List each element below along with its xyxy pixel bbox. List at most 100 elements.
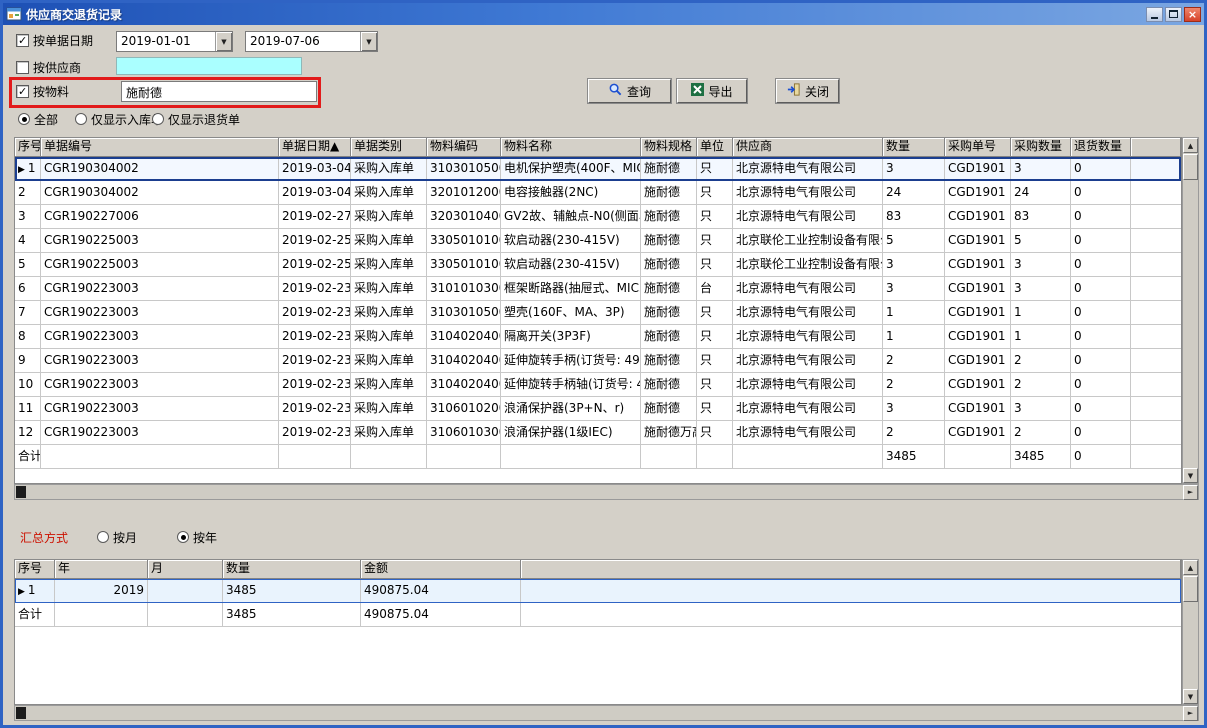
- cell: 施耐德万高: [641, 421, 697, 445]
- scroll-down-button[interactable]: ▼: [1183, 689, 1198, 704]
- cell-filler: [1131, 421, 1181, 445]
- cell: 采购入库单: [351, 301, 427, 325]
- by-material-checkbox[interactable]: ✓: [16, 85, 29, 98]
- table-row[interactable]: 7CGR1902230032019-02-23采购入库单31030105001塑…: [15, 301, 1181, 325]
- scrollbar-thumb[interactable]: [1183, 576, 1198, 602]
- column-header[interactable]: 序号: [15, 138, 41, 157]
- cell: 3: [883, 397, 945, 421]
- date-from-combo[interactable]: 2019-01-01 ▼: [116, 31, 233, 52]
- scroll-down-button[interactable]: ▼: [1183, 468, 1198, 483]
- table-row[interactable]: ▶1CGR1903040022019-03-04采购入库单31030105009…: [15, 157, 1181, 181]
- chevron-down-icon: ▼: [221, 38, 226, 46]
- supplier-input[interactable]: [116, 57, 302, 75]
- column-header-filler: [521, 560, 1181, 579]
- table-row[interactable]: 6CGR1902230032019-02-23采购入库单31010103003框…: [15, 277, 1181, 301]
- cell: 施耐德: [641, 373, 697, 397]
- close-button[interactable]: ×: [1184, 7, 1201, 22]
- summary-vertical-scrollbar[interactable]: ▲ ▼: [1182, 559, 1199, 705]
- column-header[interactable]: 单据日期▲: [279, 138, 351, 157]
- column-header[interactable]: 单据编号: [41, 138, 279, 157]
- column-header[interactable]: 采购数量: [1011, 138, 1071, 157]
- cell: CGR190223003: [41, 301, 279, 325]
- records-vertical-scrollbar[interactable]: ▲ ▼: [1182, 137, 1199, 484]
- table-row[interactable]: ▶120193485490875.04: [15, 579, 1181, 603]
- export-button[interactable]: 导出: [677, 79, 747, 103]
- column-header[interactable]: 采购单号: [945, 138, 1011, 157]
- cell: 2019-02-23: [279, 325, 351, 349]
- column-header[interactable]: 序号: [15, 560, 55, 579]
- table-row[interactable]: 9CGR1902230032019-02-23采购入库单31040204004延…: [15, 349, 1181, 373]
- column-header[interactable]: 数量: [883, 138, 945, 157]
- table-row[interactable]: 2CGR1903040022019-03-04采购入库单32010120000电…: [15, 181, 1181, 205]
- cell: [697, 445, 733, 469]
- column-header[interactable]: 数量: [223, 560, 361, 579]
- total-row[interactable]: 合计348534850: [15, 445, 1181, 469]
- column-header[interactable]: 供应商: [733, 138, 883, 157]
- cell: 施耐德: [641, 349, 697, 373]
- table-row[interactable]: 10CGR1902230032019-02-23采购入库单31040204004…: [15, 373, 1181, 397]
- scrollbar-thumb[interactable]: [16, 486, 26, 498]
- cell: 电机保护塑壳(400F、MIC1.: [501, 157, 641, 181]
- scrollbar-thumb[interactable]: [16, 707, 26, 719]
- dropdown-button[interactable]: ▼: [360, 32, 377, 51]
- scope-all-radio[interactable]: [18, 113, 30, 125]
- query-button[interactable]: 查询: [588, 79, 671, 103]
- table-row[interactable]: 11CGR1902230032019-02-23采购入库单31060102003…: [15, 397, 1181, 421]
- close-window-button[interactable]: 关闭: [776, 79, 839, 103]
- search-icon: [608, 82, 623, 100]
- maximize-button[interactable]: [1165, 7, 1182, 22]
- table-row[interactable]: 3CGR1902270062019-02-27采购入库单32030104000G…: [15, 205, 1181, 229]
- exit-door-icon: [786, 82, 801, 100]
- cell: [427, 445, 501, 469]
- column-header[interactable]: 单位: [697, 138, 733, 157]
- table-row[interactable]: 12CGR1902230032019-02-23采购入库单31060103000…: [15, 421, 1181, 445]
- cell: 31030105009: [427, 157, 501, 181]
- column-header[interactable]: 退货数量: [1071, 138, 1131, 157]
- table-row[interactable]: 8CGR1902230032019-02-23采购入库单31040204000隔…: [15, 325, 1181, 349]
- column-header[interactable]: 金额: [361, 560, 521, 579]
- cell: 3485: [223, 603, 361, 627]
- column-header[interactable]: 物料编码: [427, 138, 501, 157]
- scrollbar-thumb[interactable]: [1183, 154, 1198, 180]
- cell: 合计: [15, 603, 55, 627]
- column-header[interactable]: 月: [148, 560, 223, 579]
- cell: 1: [883, 301, 945, 325]
- scroll-up-button[interactable]: ▲: [1183, 560, 1198, 575]
- cell: CGR190225003: [41, 229, 279, 253]
- cell-filler: [1131, 397, 1181, 421]
- cell: 0: [1071, 397, 1131, 421]
- table-row[interactable]: 5CGR1902250032019-02-25采购入库单33050101000软…: [15, 253, 1181, 277]
- cell: 31010103003: [427, 277, 501, 301]
- summary-by-month-radio[interactable]: [97, 531, 109, 543]
- cell: ▶1: [15, 579, 55, 603]
- column-header[interactable]: 年: [55, 560, 148, 579]
- scroll-right-button[interactable]: ►: [1183, 485, 1198, 500]
- cell: 2019-02-23: [279, 349, 351, 373]
- by-supplier-checkbox[interactable]: ✓: [16, 61, 29, 74]
- dropdown-button[interactable]: ▼: [215, 32, 232, 51]
- cell: 只: [697, 373, 733, 397]
- minimize-button[interactable]: [1146, 7, 1163, 22]
- material-input[interactable]: 施耐德: [121, 81, 317, 102]
- cell: 2019: [55, 579, 148, 603]
- column-header[interactable]: 单据类别: [351, 138, 427, 157]
- column-header[interactable]: 物料名称: [501, 138, 641, 157]
- date-to-combo[interactable]: 2019-07-06 ▼: [245, 31, 378, 52]
- summary-by-year-radio[interactable]: [177, 531, 189, 543]
- column-header[interactable]: 物料规格: [641, 138, 697, 157]
- cell: 框架断路器(抽屉式、MIC5.0: [501, 277, 641, 301]
- total-row[interactable]: 合计3485490875.04: [15, 603, 1181, 627]
- cell: 3: [883, 253, 945, 277]
- by-date-checkbox[interactable]: ✓: [16, 34, 29, 47]
- app-icon: [6, 6, 22, 22]
- cell: 3485: [1011, 445, 1071, 469]
- summary-horizontal-scrollbar[interactable]: ►: [14, 705, 1199, 721]
- records-horizontal-scrollbar[interactable]: ►: [14, 484, 1199, 500]
- scope-inbound-radio[interactable]: [75, 113, 87, 125]
- scope-return-radio[interactable]: [152, 113, 164, 125]
- table-row[interactable]: 4CGR1902250032019-02-25采购入库单33050101000软…: [15, 229, 1181, 253]
- scroll-right-button[interactable]: ►: [1183, 706, 1198, 721]
- cell: CGR190225003: [41, 253, 279, 277]
- scroll-up-button[interactable]: ▲: [1183, 138, 1198, 153]
- cell: [41, 445, 279, 469]
